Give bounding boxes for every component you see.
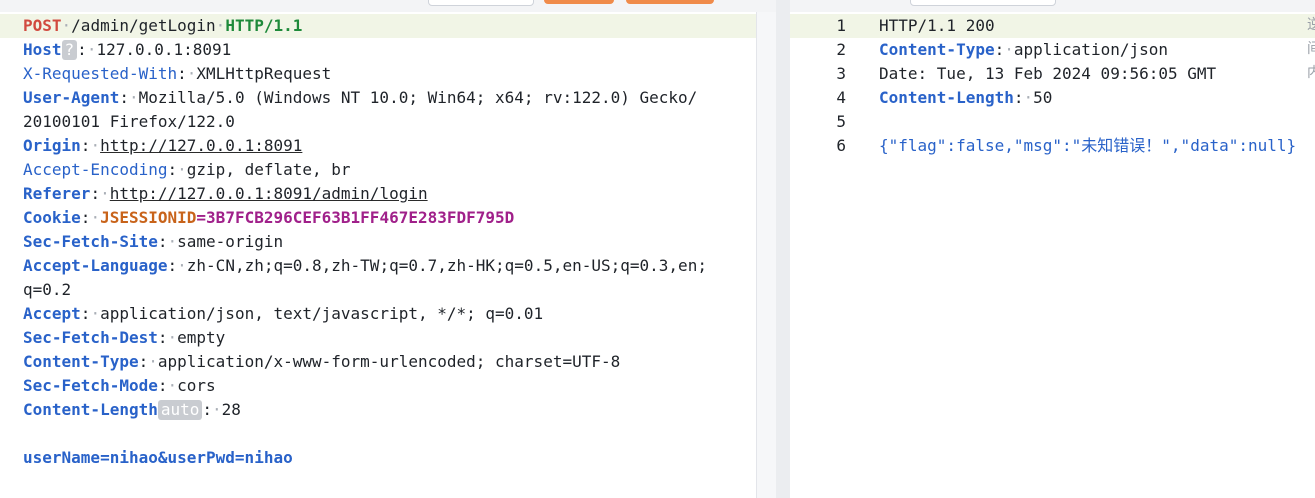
request-scrollbar[interactable] — [756, 12, 777, 498]
http-method: POST — [23, 16, 62, 35]
header-content-type[interactable]: Content-Type:·application/x-www-form-url… — [23, 350, 620, 374]
header-accept[interactable]: Accept:·application/json, text/javascrip… — [23, 302, 543, 326]
request-body[interactable]: userName=nihao&userPwd=nihao — [23, 446, 293, 470]
header-sec-fetch-mode[interactable]: Sec-Fetch-Mode:·cors — [23, 374, 216, 398]
header-accept-encoding[interactable]: Accept-Encoding:·gzip, deflate, br — [23, 158, 351, 182]
cookie-value: 3B7FCB296CEF63B1FF467E283FDF795D — [206, 208, 515, 227]
line-number: 4 — [836, 88, 846, 107]
side-fragment: 逆 — [1307, 17, 1315, 33]
response-body-json: {"flag":false,"msg":"未知错误！","data":null} — [879, 136, 1297, 155]
auto-badge[interactable]: auto — [157, 400, 203, 420]
header-origin[interactable]: Origin:·http://127.0.0.1:8091 — [23, 134, 302, 158]
side-fragment: 内 — [1307, 65, 1315, 81]
response-header-content-length: Content-Length:·50 — [879, 88, 1053, 107]
pane-divider[interactable] — [776, 0, 790, 498]
header-host[interactable]: Host?:·127.0.0.1:8091 — [23, 38, 231, 62]
header-sec-fetch-dest[interactable]: Sec-Fetch-Dest:·empty — [23, 326, 225, 350]
request-line[interactable]: POST·/admin/getLogin·HTTP/1.1 — [0, 14, 776, 38]
line-number: 3 — [836, 64, 846, 83]
line-number: 1 — [836, 16, 846, 35]
action-button[interactable] — [626, 0, 714, 4]
header-user-agent[interactable]: User-Agent:·Mozilla/5.0 (Windows NT 10.0… — [23, 86, 697, 110]
header-accept-language[interactable]: Accept-Language:·zh-CN,zh;q=0.8,zh-TW;q=… — [23, 254, 707, 278]
header-referer[interactable]: Referer:·http://127.0.0.1:8091/admin/log… — [23, 182, 428, 206]
response-toolbar-button[interactable] — [910, 0, 1056, 6]
help-badge[interactable]: ? — [61, 40, 78, 60]
top-toolbar-strip — [0, 0, 1315, 12]
line-number: 6 — [836, 136, 846, 155]
response-viewer[interactable]: 1 HTTP/1.1 200 2 Content-Type:·applicati… — [790, 12, 1315, 498]
header-accept-language-wrap[interactable]: q=0.2 — [23, 278, 71, 302]
request-editor[interactable]: POST·/admin/getLogin·HTTP/1.1 Host?:·127… — [0, 12, 776, 498]
header-user-agent-wrap[interactable]: 20100101 Firefox/122.0 — [23, 110, 235, 134]
header-x-requested-with[interactable]: X-Requested-With:·XMLHttpRequest — [23, 62, 331, 86]
header-content-length[interactable]: Content-Length auto:·28 — [23, 398, 241, 422]
header-sec-fetch-site[interactable]: Sec-Fetch-Site:·same-origin — [23, 230, 283, 254]
line-number: 5 — [836, 112, 846, 131]
header-cookie[interactable]: Cookie:·JSESSIONID=3B7FCB296CEF63B1FF467… — [23, 206, 514, 230]
response-header-content-type: Content-Type:·application/json — [879, 40, 1168, 59]
send-button[interactable] — [544, 0, 614, 4]
http-protocol: HTTP/1.1 — [225, 16, 303, 35]
origin-url-link[interactable]: http://127.0.0.1:8091 — [100, 136, 302, 155]
response-header-date: Date: Tue, 13 Feb 2024 09:56:05 GMT — [879, 64, 1217, 83]
response-line-1 — [790, 14, 1315, 38]
referer-url-link[interactable]: http://127.0.0.1:8091/admin/login — [110, 184, 428, 203]
line-number: 2 — [836, 40, 846, 59]
request-path: /admin/getLogin — [71, 16, 216, 35]
cookie-name: JSESSIONID — [100, 208, 197, 227]
response-status: HTTP/1.1 200 — [879, 16, 995, 35]
side-fragment: 间 — [1307, 41, 1315, 57]
toolbar-button[interactable] — [428, 0, 534, 6]
